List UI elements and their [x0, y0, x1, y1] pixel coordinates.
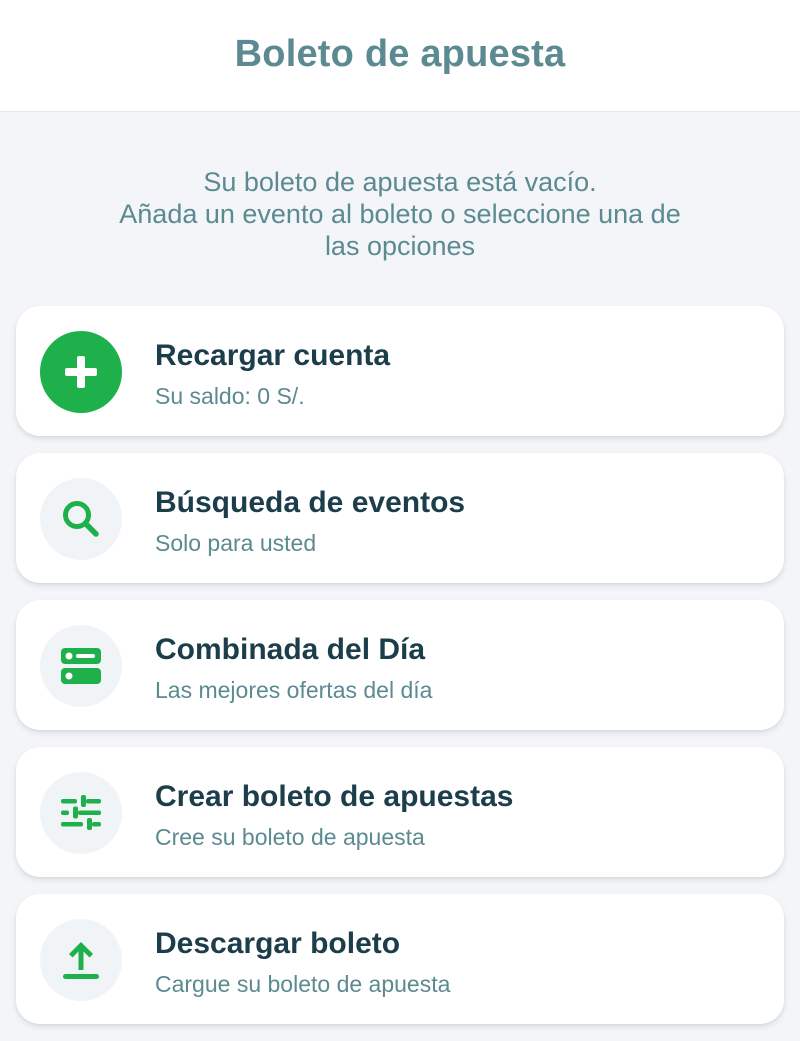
page-title: Boleto de apuesta — [234, 33, 566, 75]
option-event-search[interactable]: Búsqueda de eventos Solo para usted — [16, 453, 784, 583]
app-header: Boleto de apuesta — [0, 0, 800, 112]
option-recharge-account[interactable]: Recargar cuenta Su saldo: 0 S/. — [16, 306, 784, 436]
option-subtitle: Cargue su boleto de apuesta — [155, 971, 451, 997]
upload-icon — [40, 919, 122, 1001]
sliders-icon — [40, 772, 122, 854]
empty-message-line: Añada un evento al boleto o seleccione u… — [119, 199, 681, 229]
option-title: Descargar boleto — [155, 927, 401, 960]
option-title: Combinada del Día — [155, 633, 426, 666]
search-icon — [40, 478, 122, 560]
option-title: Búsqueda de eventos — [155, 486, 466, 519]
option-download-ticket[interactable]: Descargar boleto Cargue su boleto de apu… — [16, 894, 784, 1024]
empty-message-line: las opciones — [324, 231, 476, 261]
balance-text: Su saldo: 0 S/. — [155, 383, 305, 409]
option-subtitle: Cree su boleto de apuesta — [155, 824, 425, 850]
combo-list-icon — [40, 625, 122, 707]
empty-message-line: Su boleto de apuesta está vacío. — [203, 167, 597, 197]
option-title: Crear boleto de apuestas — [155, 780, 514, 813]
option-subtitle: Solo para usted — [155, 530, 317, 556]
option-combo-of-day[interactable]: Combinada del Día Las mejores ofertas de… — [16, 600, 784, 730]
ticket-options-list: Recargar cuenta Su saldo: 0 S/. Búsqueda… — [16, 306, 784, 1041]
plus-icon — [40, 331, 122, 413]
option-create-ticket[interactable]: Crear boleto de apuestas Cree su boleto … — [16, 747, 784, 877]
option-title: Recargar cuenta — [155, 339, 391, 372]
option-subtitle: Las mejores ofertas del día — [155, 677, 433, 703]
empty-ticket-message: Su boleto de apuesta está vacío. Añada u… — [60, 166, 740, 262]
